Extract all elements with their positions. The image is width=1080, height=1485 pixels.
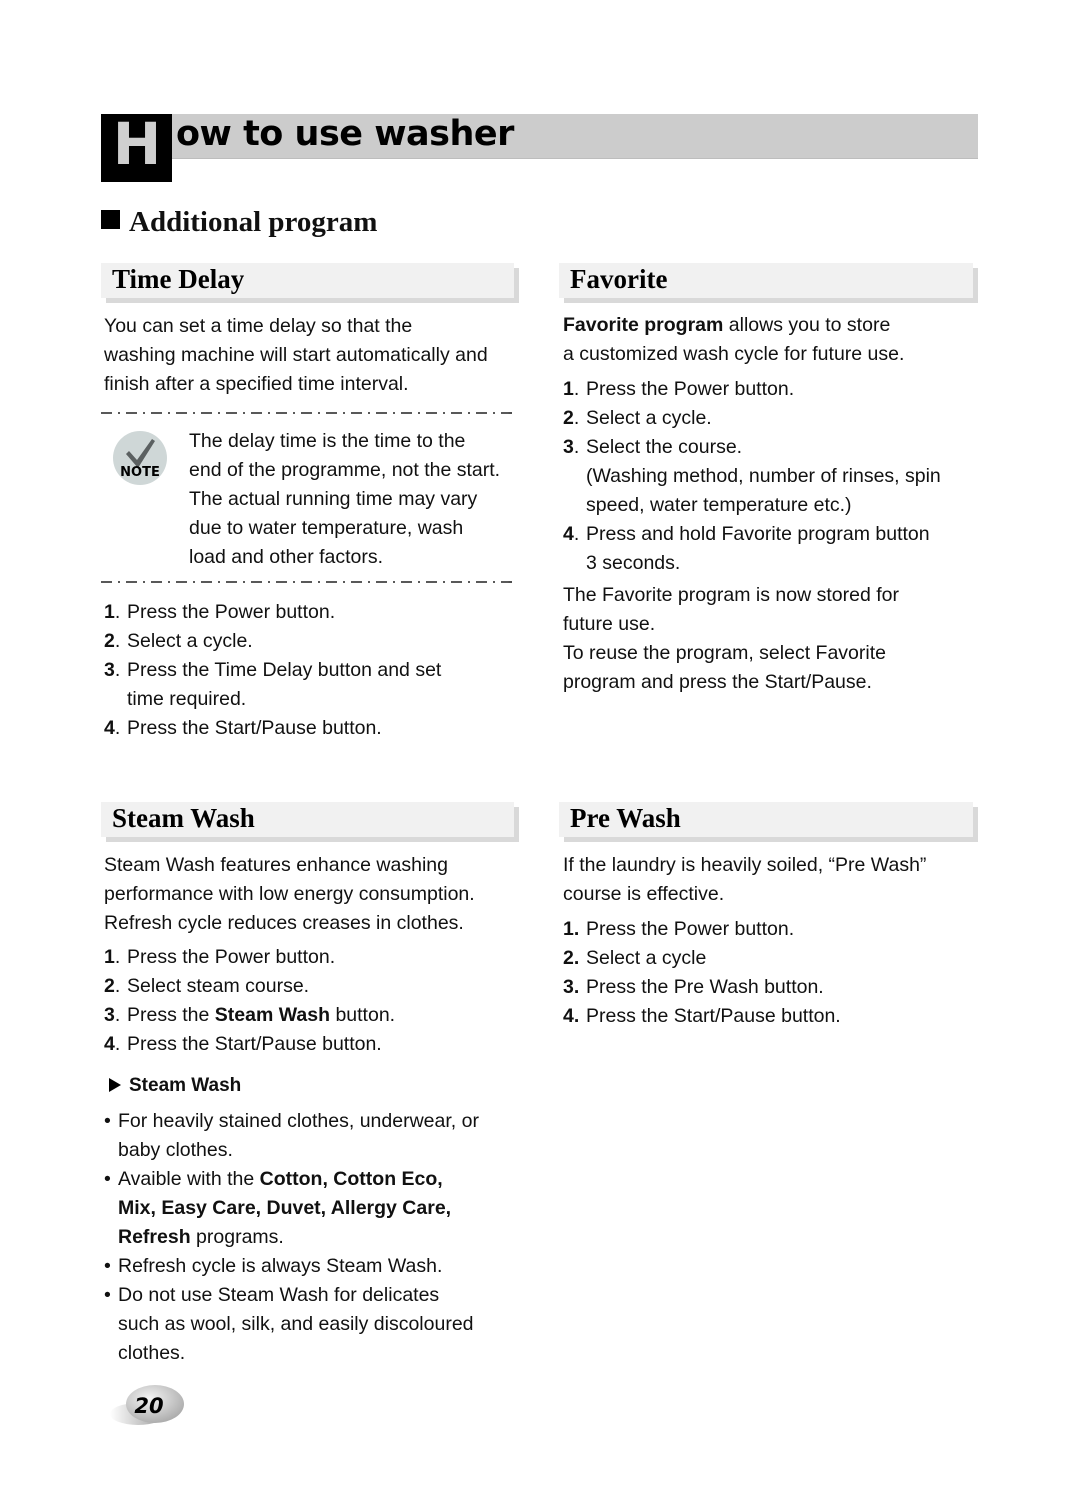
list-item: 4. Press the Start/Pause button.: [563, 1005, 841, 1027]
note-divider-bottom: [101, 581, 517, 583]
note-text: The delay time is the time to the end of…: [189, 430, 501, 568]
list-item: • Avaible with the Cotton, Cotton Eco, Mix…: [104, 1168, 452, 1248]
favorite-steps: 1. Press the Power button. 2. Select a cyc…: [563, 375, 983, 578]
steam-wash-title: Steam Wash: [112, 803, 255, 833]
pre-wash-title: Pre Wash: [570, 803, 681, 833]
page-number: 20: [134, 1394, 164, 1418]
steam-wash-steps: 1. Press the Power button. 2. Select steam…: [104, 943, 534, 1059]
list-item: 1. Press the Power button.: [563, 918, 795, 940]
triangle-right-icon: [109, 1078, 121, 1092]
page-title-initial-box: H: [101, 110, 172, 182]
note-divider-top: [101, 412, 517, 414]
section-heading: Additional program: [101, 204, 377, 240]
list-item: 2. Select steam course.: [104, 975, 310, 997]
pre-wash-header: Pre Wash: [559, 802, 978, 842]
page-title: ow to use washer: [176, 114, 514, 154]
list-item: 4. Press and hold Favorite program button…: [563, 523, 930, 574]
svg-text:NOTE: NOTE: [120, 465, 160, 480]
list-item: • Do not use Steam Wash for delicates such…: [104, 1284, 474, 1364]
favorite-header: Favorite: [559, 263, 978, 303]
steam-wash-header: Steam Wash: [101, 802, 519, 842]
time-delay-title: Time Delay: [112, 264, 245, 294]
list-item: 2. Select a cycle.: [563, 407, 712, 429]
time-delay-intro: You can set a time delay so that the was…: [104, 315, 488, 395]
list-item: 3. Press the Time Delay button and set tim…: [104, 659, 442, 710]
list-item: 4. Press the Start/Pause button.: [104, 717, 382, 739]
steam-wash-subheading: Steam Wash: [109, 1071, 509, 1100]
steam-wash-bullets: • For heavily stained clothes, underwear,…: [104, 1107, 534, 1368]
steam-wash-intro: Steam Wash features enhance washing perf…: [104, 854, 475, 934]
pre-wash-steps: 1. Press the Power button. 2. Select a cyc…: [563, 915, 983, 1031]
favorite-title: Favorite: [570, 264, 668, 294]
favorite-intro: Favorite program allows you to store a c…: [563, 314, 905, 365]
time-delay-steps: 1. Press the Power button. 2. Select a cyc…: [104, 598, 534, 743]
list-item: 1. Press the Power button.: [563, 378, 795, 400]
list-item: • Refresh cycle is always Steam Wash.: [104, 1255, 443, 1277]
list-item: 3. Press the Pre Wash button.: [563, 976, 824, 998]
list-item: 3. Press the Steam Wash button.: [104, 1004, 396, 1026]
list-item: 3. Select the course. (Washing method, num…: [563, 436, 941, 516]
section-heading-text: Additional program: [129, 206, 378, 238]
list-item: 2. Select a cycle: [563, 947, 707, 969]
list-item: 2. Select a cycle.: [104, 630, 253, 652]
square-bullet-icon: [101, 210, 120, 229]
list-item: 4. Press the Start/Pause button.: [104, 1033, 382, 1055]
favorite-outro: The Favorite program is now stored for f…: [563, 584, 899, 693]
list-item: 1. Press the Power button.: [104, 601, 336, 623]
pre-wash-intro: If the laundry is heavily soiled, “Pre W…: [563, 854, 927, 905]
list-item: • For heavily stained clothes, underwear,…: [104, 1110, 479, 1161]
note-icon: NOTE: [113, 431, 167, 485]
time-delay-header: Time Delay: [101, 263, 519, 303]
list-item: 1. Press the Power button.: [104, 946, 336, 968]
page-title-initial: H: [112, 110, 162, 178]
